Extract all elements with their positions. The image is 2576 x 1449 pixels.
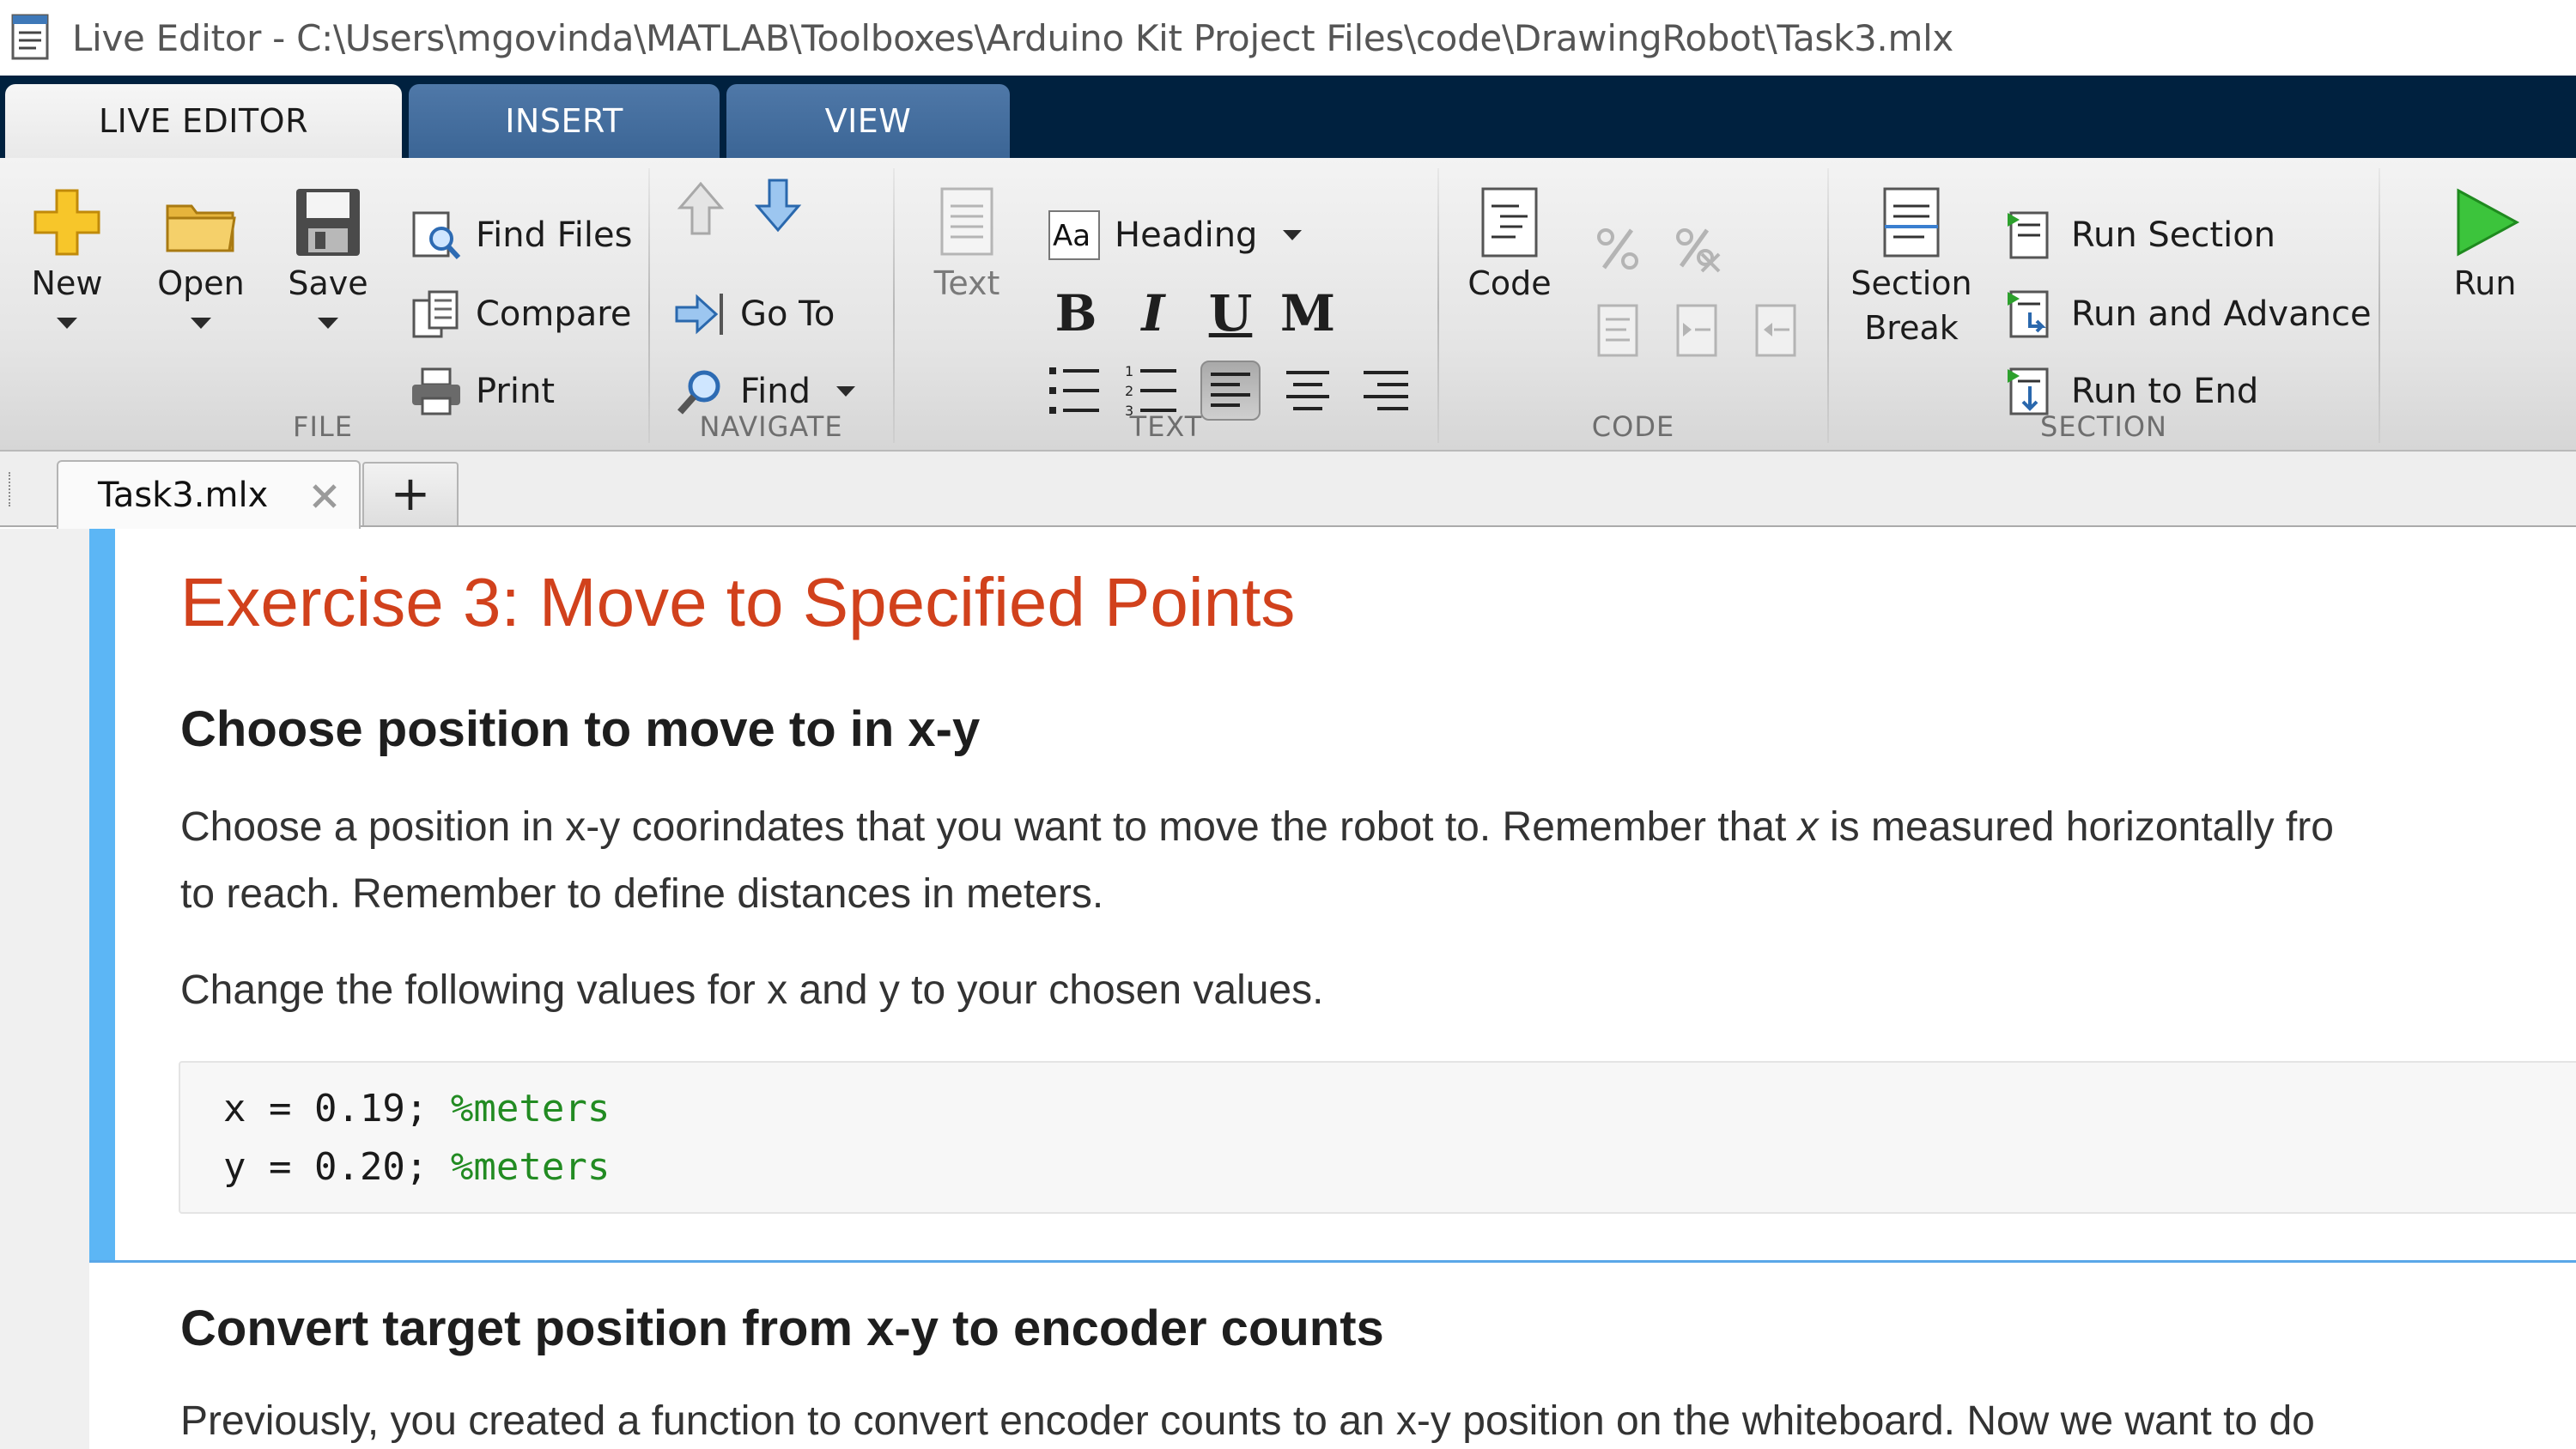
run-section-button[interactable]: Run Section — [2004, 208, 2275, 263]
group-label-code: CODE — [1591, 410, 1675, 443]
group-label-text: TEXT — [1129, 410, 1203, 443]
tab-insert[interactable]: INSERT — [409, 84, 720, 158]
tab-view[interactable]: VIEW — [726, 84, 1010, 158]
chevron-down-icon — [318, 318, 338, 329]
window-title: Live Editor - C:\Users\mgovinda\MATLAB\T… — [72, 16, 1953, 59]
document-tab-task3[interactable]: Task3.mlx — [57, 460, 361, 529]
save-button[interactable]: Save — [276, 184, 380, 329]
group-label-navigate: NAVIGATE — [699, 410, 843, 443]
document-title[interactable]: Exercise 3: Move to Specified Points — [180, 563, 1295, 642]
live-script-document[interactable]: Exercise 3: Move to Specified Points Cho… — [0, 529, 2576, 1449]
plus-icon: + — [390, 466, 431, 522]
arrow-up-icon[interactable] — [675, 179, 726, 239]
section-break-line — [89, 1260, 2576, 1263]
monospace-button[interactable]: M — [1278, 283, 1338, 343]
run-section-icon — [2008, 211, 2049, 259]
run-button[interactable]: Run — [2416, 184, 2554, 306]
group-separator — [2379, 168, 2380, 443]
arrow-down-icon[interactable] — [752, 175, 804, 235]
increase-indent-icon[interactable] — [1671, 300, 1722, 361]
compare-icon — [412, 290, 459, 338]
group-label-file: FILE — [293, 410, 353, 443]
find-files-button[interactable]: Find Files — [409, 208, 632, 263]
section-break-icon — [1883, 187, 1940, 258]
code-line[interactable]: x = 0.19; %meters — [223, 1087, 610, 1131]
group-separator — [1827, 168, 1829, 443]
ribbon-toolstrip: New Open Save Find Files Compare Print F… — [0, 158, 2576, 452]
find-files-icon — [412, 211, 461, 260]
drag-grip-icon[interactable] — [9, 472, 14, 506]
active-section-indicator — [89, 529, 115, 1260]
window-titlebar: Live Editor - C:\Users\mgovinda\MATLAB\T… — [0, 0, 2576, 76]
group-label-section: SECTION — [2040, 410, 2167, 443]
comment-icon[interactable] — [1592, 223, 1643, 275]
code-line[interactable]: y = 0.20; %meters — [223, 1145, 610, 1189]
ribbon-tab-strip: LIVE EDITOR INSERT VIEW — [0, 76, 2576, 158]
run-play-icon — [2457, 188, 2520, 257]
decrease-indent-icon[interactable] — [1750, 300, 1801, 361]
code-block-icon — [1481, 187, 1538, 258]
group-separator — [648, 168, 650, 443]
section-heading-convert-position[interactable]: Convert target position from x-y to enco… — [180, 1300, 1384, 1357]
text-block-icon — [940, 187, 993, 256]
wrap-comments-icon[interactable] — [1592, 300, 1643, 361]
bold-button[interactable]: B — [1046, 283, 1106, 343]
chevron-down-icon — [1283, 230, 1303, 240]
chevron-down-icon — [191, 318, 211, 329]
live-editor-file-icon — [11, 14, 49, 60]
compare-button[interactable]: Compare — [409, 287, 631, 342]
new-button[interactable]: New — [15, 184, 118, 329]
font-style-icon: Aa — [1048, 210, 1100, 260]
group-separator — [1437, 168, 1439, 443]
run-and-advance-button[interactable]: Run and Advance — [2004, 287, 2372, 342]
tab-live-editor[interactable]: LIVE EDITOR — [5, 84, 402, 158]
svg-text:1: 1 — [1125, 363, 1133, 379]
paragraph-instructions-line1[interactable]: Choose a position in x-y coorindates tha… — [180, 793, 2334, 862]
floppy-disk-icon — [296, 189, 360, 256]
italic-button[interactable]: I — [1123, 283, 1183, 343]
paragraph-previously[interactable]: Previously, you created a function to co… — [180, 1387, 2315, 1449]
section-break-button[interactable]: Section Break — [1844, 184, 1978, 350]
text-style-select[interactable]: Aa Heading — [1048, 208, 1303, 263]
code-block[interactable]: x = 0.19; %meters y = 0.20; %meters — [179, 1061, 2576, 1214]
code-comment: %meters — [450, 1087, 611, 1131]
svg-text:2: 2 — [1125, 383, 1133, 399]
section-heading-choose-position[interactable]: Choose position to move to in x-y — [180, 700, 980, 758]
open-button[interactable]: Open — [148, 184, 254, 329]
paragraph-change-values[interactable]: Change the following values for x and y … — [180, 956, 1323, 1025]
editor-gutter[interactable] — [0, 529, 89, 1449]
paragraph-instructions-line2[interactable]: to reach. Remember to define distances i… — [180, 860, 1103, 929]
run-and-advance-icon — [2008, 290, 2049, 338]
code-button[interactable]: Code — [1458, 184, 1561, 306]
code-comment: %meters — [450, 1145, 611, 1189]
chevron-down-icon — [835, 386, 855, 397]
chevron-down-icon — [57, 318, 77, 329]
close-icon[interactable] — [309, 481, 340, 512]
align-left-icon — [1211, 373, 1250, 407]
document-tab-bar: Task3.mlx + — [0, 452, 2576, 529]
svg-text:Aa: Aa — [1053, 219, 1091, 253]
text-button[interactable]: Text — [915, 184, 1018, 306]
new-plus-icon — [33, 189, 100, 256]
add-tab-button[interactable]: + — [362, 462, 459, 525]
uncomment-icon[interactable] — [1671, 223, 1722, 275]
underline-button[interactable]: U — [1200, 283, 1261, 343]
go-to-icon — [675, 294, 723, 335]
group-separator — [893, 168, 895, 443]
go-to-button[interactable]: Go To — [673, 287, 835, 342]
folder-icon — [166, 204, 236, 252]
